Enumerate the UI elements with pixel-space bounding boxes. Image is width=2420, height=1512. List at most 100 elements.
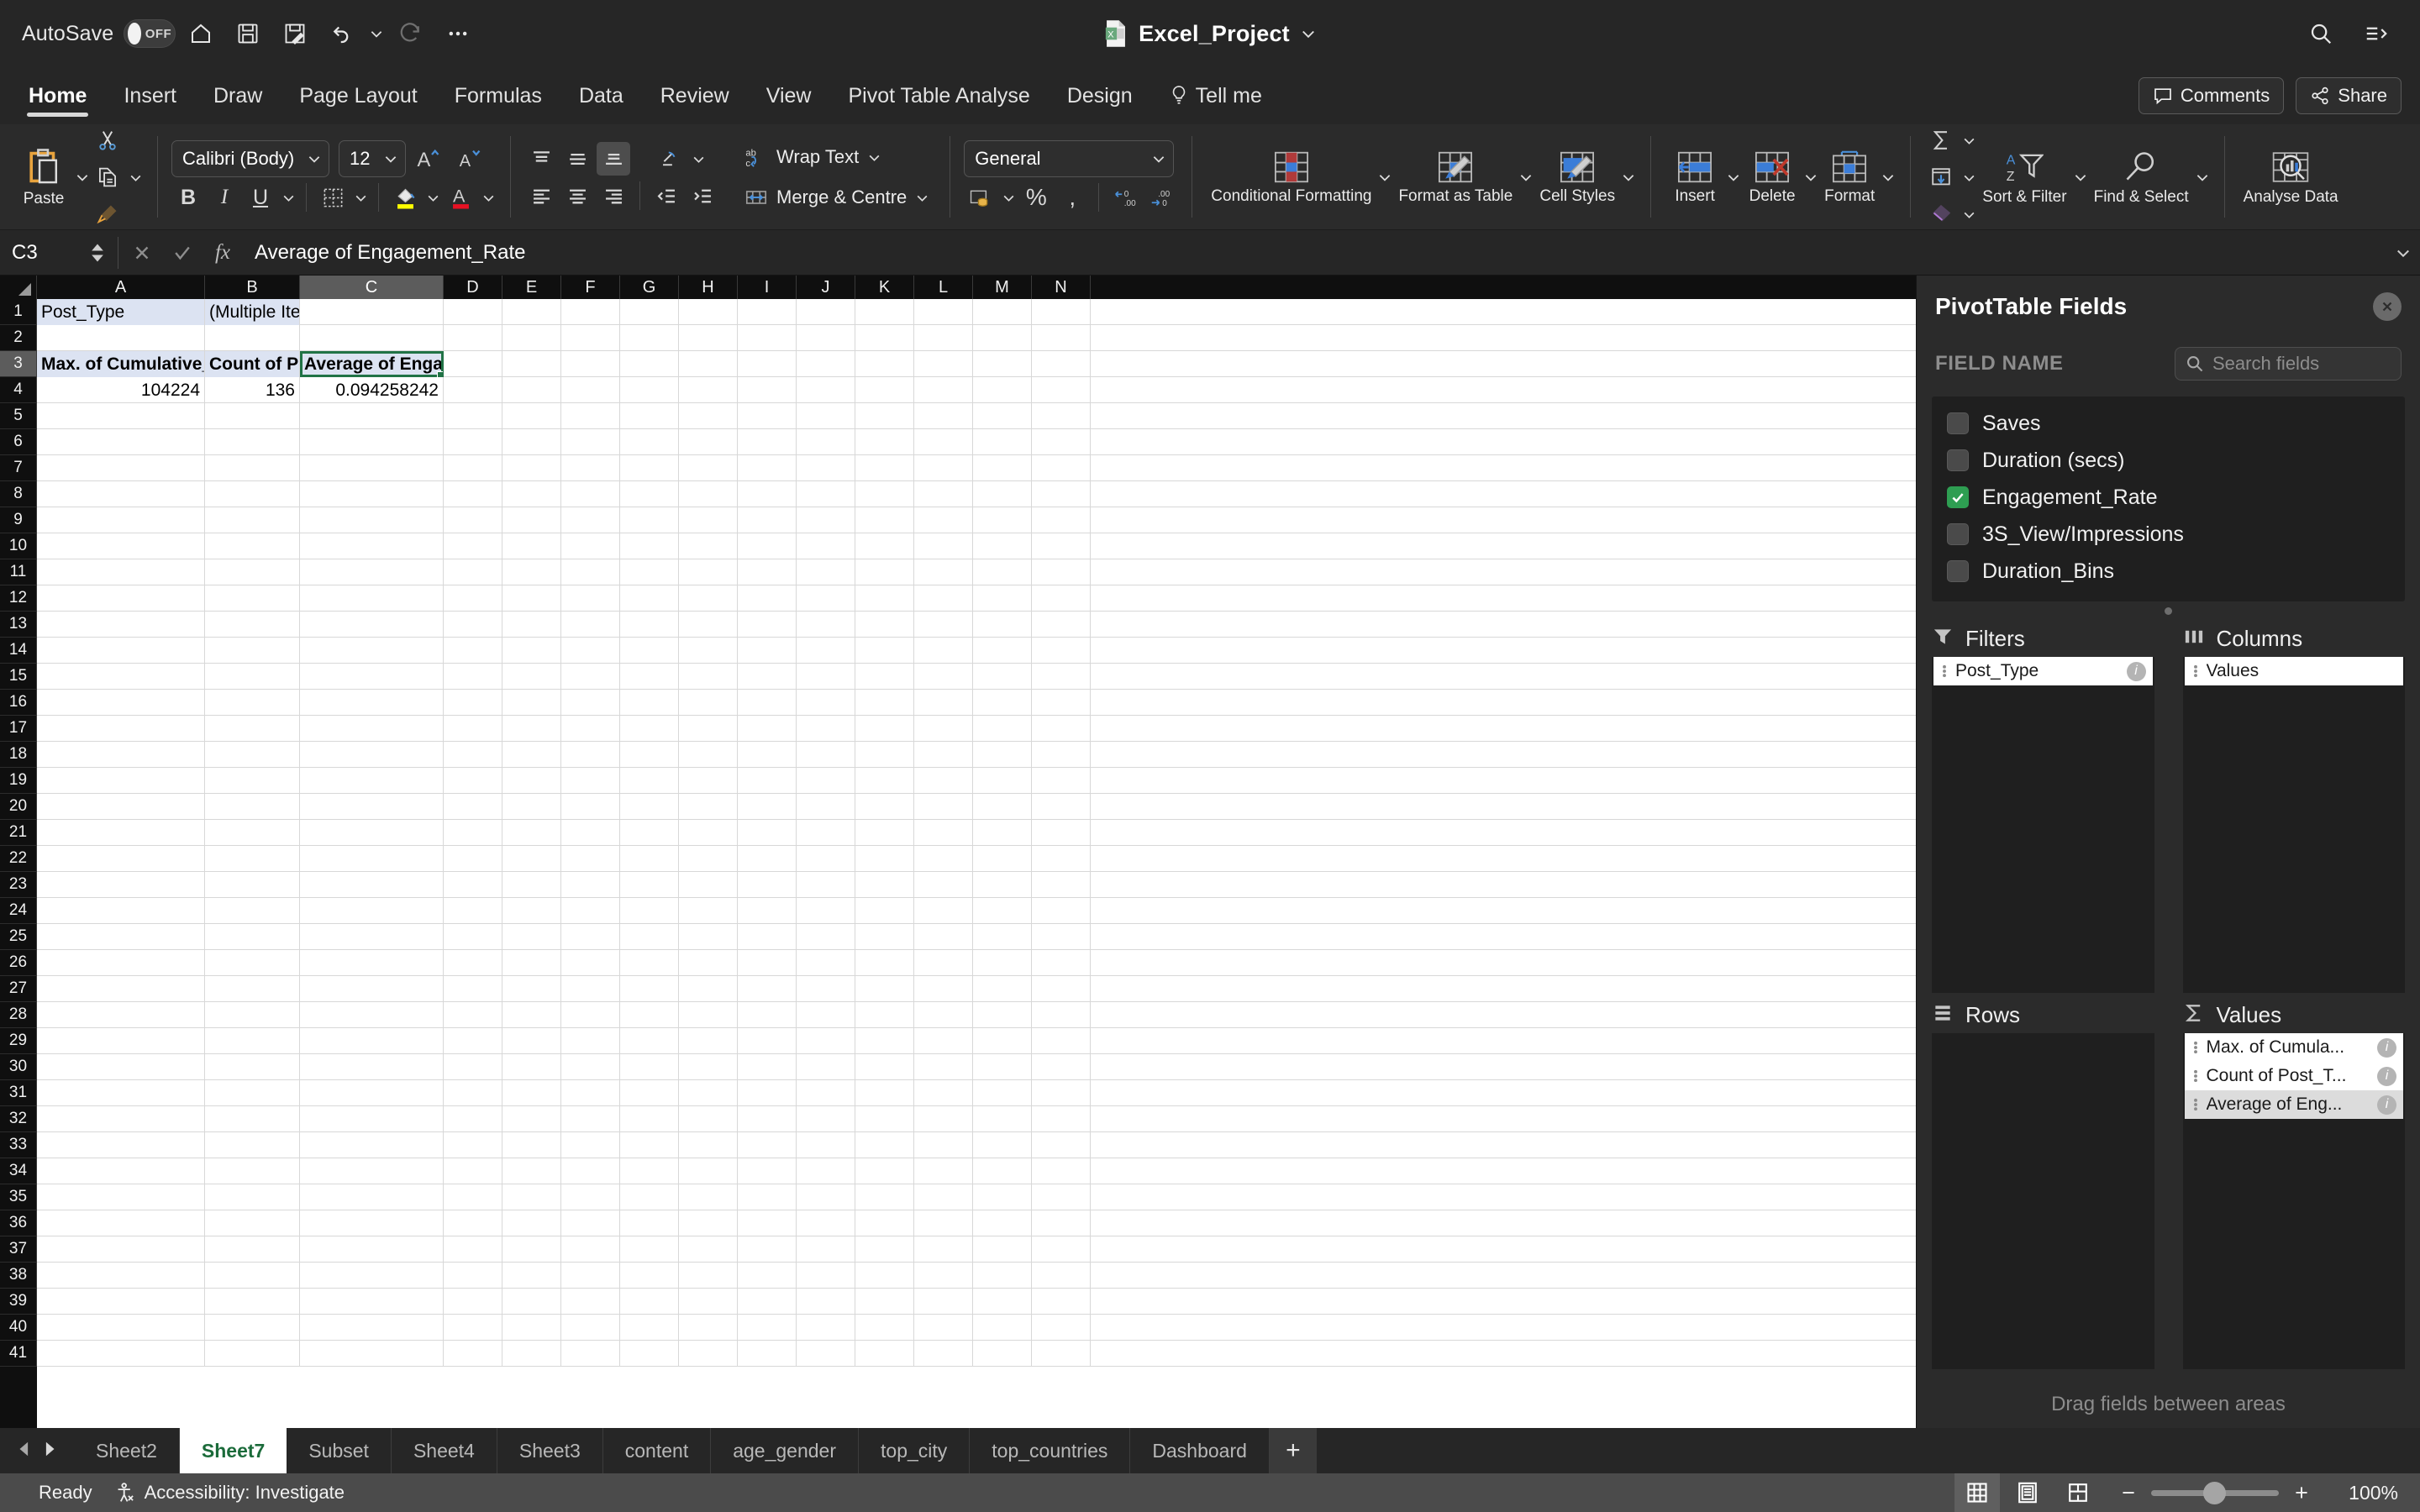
cell-I29[interactable] <box>738 1028 797 1054</box>
cell-F35[interactable] <box>561 1184 620 1210</box>
zone-dropzone[interactable] <box>1932 1033 2154 1369</box>
cell-A9[interactable] <box>37 507 205 533</box>
cell-E30[interactable] <box>502 1054 561 1080</box>
cell-M26[interactable] <box>973 950 1032 976</box>
cell-N16[interactable] <box>1032 690 1091 716</box>
cell-H12[interactable] <box>679 585 738 612</box>
cell-I25[interactable] <box>738 924 797 950</box>
cell-M38[interactable] <box>973 1263 1032 1289</box>
row-header-15[interactable]: 15 <box>0 664 37 690</box>
cell-K31[interactable] <box>855 1080 914 1106</box>
cell-L35[interactable] <box>914 1184 973 1210</box>
cell-C40[interactable] <box>300 1315 444 1341</box>
zone-dropzone[interactable]: Post_Type i <box>1932 657 2154 993</box>
cell-N15[interactable] <box>1032 664 1091 690</box>
cell-E2[interactable] <box>502 325 561 351</box>
cell-A14[interactable] <box>37 638 205 664</box>
cell-D21[interactable] <box>444 820 502 846</box>
row-header-40[interactable]: 40 <box>0 1315 37 1341</box>
cell-M17[interactable] <box>973 716 1032 742</box>
cell-C38[interactable] <box>300 1263 444 1289</box>
cell-C37[interactable] <box>300 1236 444 1263</box>
cell-J30[interactable] <box>797 1054 855 1080</box>
cell-J5[interactable] <box>797 403 855 429</box>
cell-M39[interactable] <box>973 1289 1032 1315</box>
cell-M29[interactable] <box>973 1028 1032 1054</box>
cell-N38[interactable] <box>1032 1263 1091 1289</box>
cell-A25[interactable] <box>37 924 205 950</box>
cell-A37[interactable] <box>37 1236 205 1263</box>
cell-C12[interactable] <box>300 585 444 612</box>
accounting-format-icon[interactable] <box>964 181 997 214</box>
cell-I35[interactable] <box>738 1184 797 1210</box>
cell-I23[interactable] <box>738 872 797 898</box>
cell-J35[interactable] <box>797 1184 855 1210</box>
column-header-I[interactable]: I <box>738 276 797 299</box>
field-checkbox[interactable] <box>1947 523 1969 545</box>
cell-D20[interactable] <box>444 794 502 820</box>
row-header-7[interactable]: 7 <box>0 455 37 481</box>
cell-E24[interactable] <box>502 898 561 924</box>
cell-I12[interactable] <box>738 585 797 612</box>
cell-B15[interactable] <box>205 664 300 690</box>
row-header-18[interactable]: 18 <box>0 742 37 768</box>
cell-N7[interactable] <box>1032 455 1091 481</box>
zoom-out-button[interactable]: − <box>2118 1480 2139 1506</box>
cell-C39[interactable] <box>300 1289 444 1315</box>
cell-D7[interactable] <box>444 455 502 481</box>
row-header-3[interactable]: 3 <box>0 351 37 377</box>
cell-N4[interactable] <box>1032 377 1091 403</box>
cell-H3[interactable] <box>679 351 738 377</box>
orientation-icon[interactable] <box>654 142 687 176</box>
cell-M4[interactable] <box>973 377 1032 403</box>
cell-N29[interactable] <box>1032 1028 1091 1054</box>
cell-G28[interactable] <box>620 1002 679 1028</box>
cell-J1[interactable] <box>797 299 855 325</box>
row-header-17[interactable]: 17 <box>0 716 37 742</box>
cell-B10[interactable] <box>205 533 300 559</box>
cell-F34[interactable] <box>561 1158 620 1184</box>
cell-K15[interactable] <box>855 664 914 690</box>
cell-F9[interactable] <box>561 507 620 533</box>
cell-N36[interactable] <box>1032 1210 1091 1236</box>
cell-A16[interactable] <box>37 690 205 716</box>
row-header-1[interactable]: 1 <box>0 299 37 325</box>
find-select-button[interactable]: Find & Select <box>2089 146 2194 209</box>
cell-I33[interactable] <box>738 1132 797 1158</box>
cell-F2[interactable] <box>561 325 620 351</box>
confirm-icon[interactable] <box>164 234 201 271</box>
cell-K30[interactable] <box>855 1054 914 1080</box>
search-input[interactable]: Search fields <box>2175 347 2402 381</box>
cell-I39[interactable] <box>738 1289 797 1315</box>
cell-H33[interactable] <box>679 1132 738 1158</box>
cell-D31[interactable] <box>444 1080 502 1106</box>
cell-H17[interactable] <box>679 716 738 742</box>
cell-N37[interactable] <box>1032 1236 1091 1263</box>
field-checkbox[interactable] <box>1947 412 1969 434</box>
cell-K5[interactable] <box>855 403 914 429</box>
cell-D38[interactable] <box>444 1263 502 1289</box>
cell-M2[interactable] <box>973 325 1032 351</box>
cell-C16[interactable] <box>300 690 444 716</box>
cell-D24[interactable] <box>444 898 502 924</box>
cell-E1[interactable] <box>502 299 561 325</box>
fill-color-icon[interactable] <box>388 181 422 214</box>
save-icon[interactable] <box>226 12 270 55</box>
cell-C20[interactable] <box>300 794 444 820</box>
row-header-5[interactable]: 5 <box>0 403 37 429</box>
pivot-field-item[interactable]: Duration_Bins <box>1932 553 2405 590</box>
bold-button[interactable]: B <box>171 181 205 214</box>
cell-I22[interactable] <box>738 846 797 872</box>
row-header-16[interactable]: 16 <box>0 690 37 716</box>
cell-D36[interactable] <box>444 1210 502 1236</box>
drag-handle-icon[interactable] <box>2193 1097 2198 1113</box>
cell-C24[interactable] <box>300 898 444 924</box>
underline-chevron-down-icon[interactable] <box>280 181 297 214</box>
cell-C36[interactable] <box>300 1210 444 1236</box>
cell-N18[interactable] <box>1032 742 1091 768</box>
pivot-field-chip[interactable]: Max. of Cumula... i <box>2184 1033 2403 1062</box>
sheet-tab-content[interactable]: content <box>603 1428 712 1473</box>
cell-D3[interactable] <box>444 351 502 377</box>
cell-A11[interactable] <box>37 559 205 585</box>
cell-D17[interactable] <box>444 716 502 742</box>
